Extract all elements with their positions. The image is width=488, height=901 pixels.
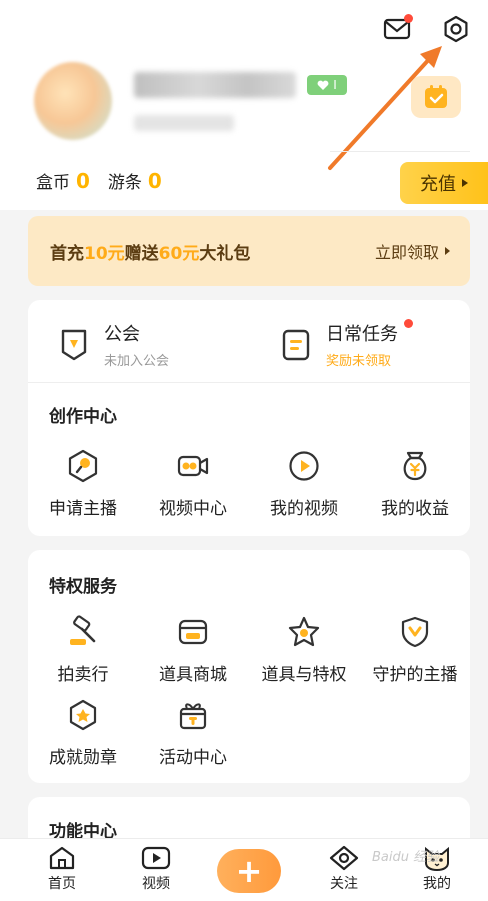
nav-follow[interactable]: 关注	[314, 845, 374, 893]
nav-home-label: 首页	[48, 876, 76, 892]
nav-video-label: 视频	[142, 876, 170, 892]
video-center-label: 视频中心	[159, 499, 227, 519]
props-privileges-label: 道具与特权	[261, 665, 347, 685]
medal-icon	[65, 697, 101, 733]
travel-value[interactable]: 0	[148, 169, 162, 193]
shield-icon	[397, 614, 433, 650]
guarded-anchor-label: 守护的主播	[372, 665, 458, 685]
auction-house-label: 拍卖行	[57, 665, 109, 685]
box-coin-label: 盒币	[36, 173, 70, 193]
username-blurred	[134, 72, 296, 98]
level-badge: I	[307, 75, 347, 95]
task-notification-dot	[404, 319, 413, 328]
mic-icon	[65, 448, 101, 484]
auction-house-button[interactable]: 拍卖行	[28, 614, 138, 685]
video-center-button[interactable]: 视频中心	[138, 448, 248, 519]
promo-middle: 赠送	[124, 243, 159, 264]
box-coin-value[interactable]: 0	[76, 169, 90, 193]
nav-mine-label: 我的	[423, 876, 451, 892]
recharge-button[interactable]: 充值	[400, 162, 488, 204]
play-icon	[286, 448, 322, 484]
daily-task-title: 日常任务	[326, 324, 398, 345]
apply-anchor-button[interactable]: 申请主播	[28, 448, 138, 519]
guild-title: 公会	[104, 324, 140, 345]
travel-label: 游条	[107, 173, 142, 193]
watermark: Baidu 经验	[372, 850, 440, 865]
my-earnings-button[interactable]: 我的收益	[360, 448, 470, 519]
video-camera-icon	[175, 448, 211, 484]
daily-task-subtitle: 奖励未领取	[326, 354, 392, 369]
promo-amount2: 60元	[158, 243, 200, 264]
heart-icon	[317, 80, 329, 90]
nav-home[interactable]: 首页	[32, 845, 92, 893]
props-privileges-button[interactable]: 道具与特权	[249, 614, 359, 685]
gear-icon	[444, 15, 468, 43]
mail-notification-dot	[404, 14, 413, 23]
star-icon	[286, 614, 322, 650]
prop-shop-label: 道具商城	[159, 665, 227, 685]
promo-cta-label: 立即领取	[374, 243, 439, 262]
achievement-medal-label: 成就勋章	[49, 748, 117, 768]
guarded-anchor-button[interactable]: 守护的主播	[360, 614, 470, 685]
prop-shop-button[interactable]: 道具商城	[138, 614, 248, 685]
promo-prefix: 首充	[50, 243, 84, 264]
create-plus-button[interactable]: +	[217, 849, 281, 893]
activity-center-button[interactable]: 活动中心	[138, 697, 248, 768]
activity-center-label: 活动中心	[159, 748, 227, 768]
triangle-right-icon	[462, 179, 468, 187]
balance-row: 盒币 0 游条 0	[36, 168, 180, 194]
guild-flag-icon	[58, 327, 90, 363]
header-divider	[330, 151, 470, 152]
guild-subtitle: 未加入公会	[104, 354, 170, 369]
video-icon	[141, 846, 171, 870]
gift-icon	[175, 697, 211, 733]
eye-icon	[329, 845, 359, 871]
privilege-card: 特权服务 拍卖行 道具商城 道具与特权 守护的主播 成就勋章 活动中心	[28, 550, 470, 783]
gavel-icon	[65, 614, 101, 650]
apply-anchor-label: 申请主播	[49, 499, 117, 519]
my-earnings-label: 我的收益	[381, 499, 449, 519]
yen-bag-icon	[397, 448, 433, 484]
user-avatar[interactable]	[34, 62, 112, 140]
my-videos-button[interactable]: 我的视频	[249, 448, 359, 519]
nav-follow-label: 关注	[330, 876, 358, 892]
task-list-icon	[280, 327, 312, 363]
checkin-calendar-button[interactable]	[411, 76, 461, 118]
guild-entry[interactable]: 公会 未加入公会	[58, 320, 169, 369]
creation-card: 公会 未加入公会 日常任务 奖励未领取 创作中心 申请主播 视频中心 我的视频 …	[28, 300, 470, 536]
triangle-right-icon	[445, 247, 450, 255]
guild-task-row: 公会 未加入公会 日常任务 奖励未领取	[28, 300, 470, 383]
first-recharge-banner[interactable]: 首充10元赠送60元大礼包 立即领取	[28, 216, 470, 286]
nav-video[interactable]: 视频	[126, 845, 186, 893]
plus-icon: +	[235, 852, 263, 890]
shop-icon	[175, 614, 211, 650]
achievement-medal-button[interactable]: 成就勋章	[28, 697, 138, 768]
promo-text: 首充10元赠送60元大礼包	[50, 239, 250, 264]
daily-task-entry[interactable]: 日常任务 奖励未领取	[280, 320, 398, 369]
my-videos-label: 我的视频	[270, 499, 338, 519]
promo-amount1: 10元	[84, 243, 125, 264]
home-icon	[49, 846, 75, 870]
level-badge-text: I	[333, 78, 337, 92]
calendar-check-icon	[425, 85, 447, 108]
user-id-blurred	[134, 115, 234, 131]
promo-claim-link[interactable]: 立即领取	[375, 239, 450, 263]
recharge-label: 充值	[420, 174, 456, 195]
privilege-service-title: 特权服务	[49, 577, 117, 597]
promo-suffix: 大礼包	[199, 243, 251, 264]
creation-center-title: 创作中心	[49, 407, 117, 427]
